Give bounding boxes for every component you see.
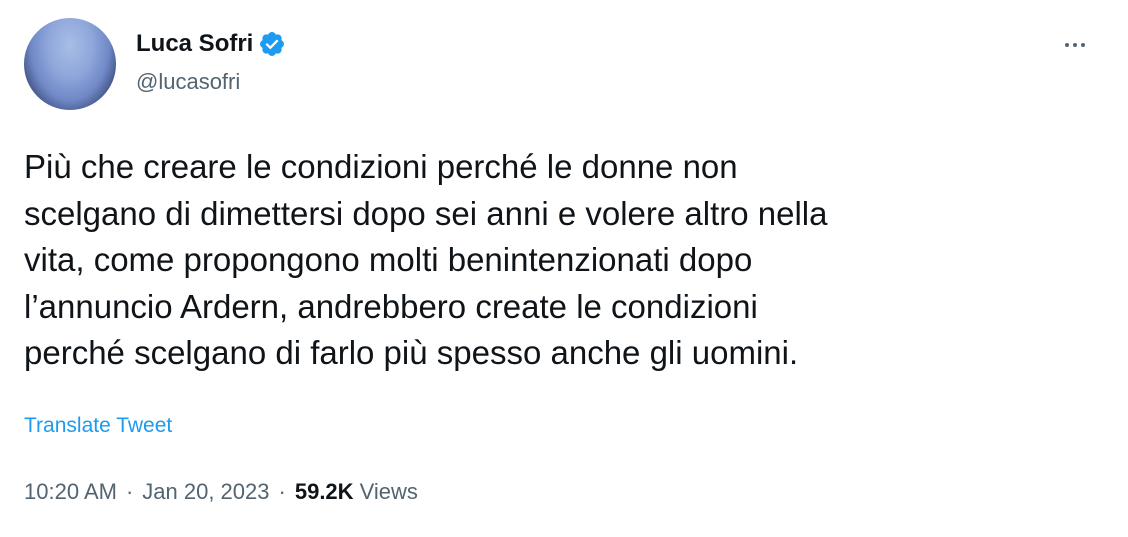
more-dot (1065, 43, 1069, 47)
views-count[interactable]: 59.2K (295, 479, 354, 505)
name-row: Luca Sofri (136, 28, 286, 60)
more-dot (1073, 43, 1077, 47)
author-block: Luca Sofri @lucasofri (136, 28, 286, 95)
meta-separator: · (278, 479, 286, 504)
meta-separator: · (125, 479, 134, 504)
tweet-meta: 10:20 AM · Jan 20, 2023 · 59.2K Views (24, 479, 418, 505)
verified-badge-icon (258, 30, 286, 58)
tweet-time[interactable]: 10:20 AM (24, 479, 117, 505)
tweet-text: Più che creare le condizioni perché le d… (24, 148, 828, 371)
more-dot (1081, 43, 1085, 47)
avatar[interactable] (24, 18, 116, 110)
tweet-date[interactable]: Jan 20, 2023 (142, 479, 269, 505)
more-options-icon[interactable] (1060, 30, 1090, 60)
display-name[interactable]: Luca Sofri (136, 30, 253, 58)
views-label: Views (359, 479, 418, 504)
translate-tweet-link[interactable]: Translate Tweet (24, 414, 172, 438)
user-handle[interactable]: @lucasofri (136, 69, 286, 95)
tweet-card: Luca Sofri @lucasofri Più che creare le … (0, 0, 1128, 537)
